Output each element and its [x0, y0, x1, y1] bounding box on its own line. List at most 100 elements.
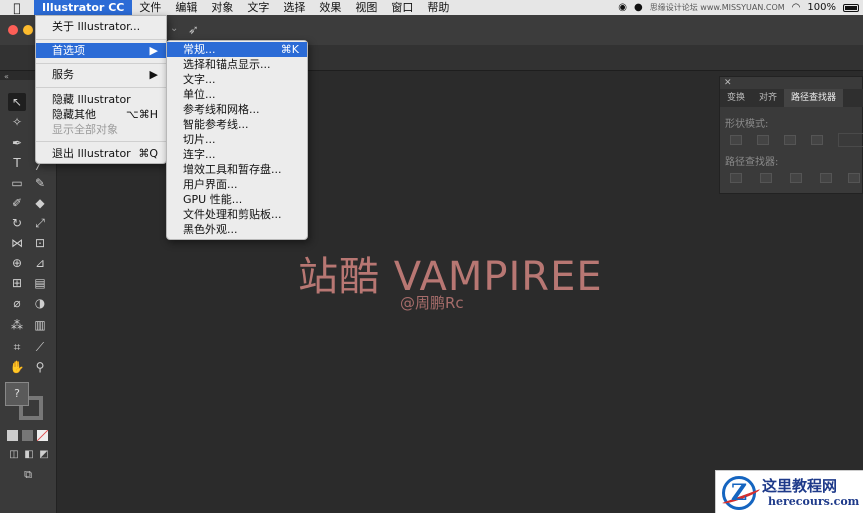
- menu-select[interactable]: 选择: [276, 0, 312, 15]
- free-transform-tool-icon[interactable]: ⊡: [31, 234, 49, 252]
- width-tool-icon[interactable]: ⋈: [8, 234, 26, 252]
- intersect-button[interactable]: [784, 135, 796, 145]
- menu-view[interactable]: 视图: [348, 0, 384, 15]
- apple-icon[interactable]: : [0, 1, 34, 15]
- tab-pathfinder[interactable]: 路径查找器: [784, 89, 844, 107]
- menu-item-hide-others[interactable]: 隐藏其他 ⌥⌘H: [36, 107, 166, 122]
- merge-button[interactable]: [790, 173, 802, 183]
- menu-separator: [36, 39, 166, 40]
- status-tray: ◉ ● 思缘设计论坛 www.MISSYUAN.COM ◠ 100%: [618, 0, 863, 15]
- selection-tool-icon[interactable]: ↖: [8, 93, 26, 111]
- forum-watermark: 思缘设计论坛 www.MISSYUAN.COM: [649, 3, 785, 12]
- illustrator-menu: 关于 Illustrator... 首选项 ▶ 服务 ▶ 隐藏 Illustra…: [35, 15, 167, 164]
- menu-item-preferences[interactable]: 首选项 ▶: [36, 43, 166, 58]
- wechat-icon[interactable]: ◉: [618, 2, 627, 13]
- battery-icon[interactable]: [843, 3, 859, 12]
- scale-tool-icon[interactable]: ⤢: [31, 214, 49, 232]
- tab-transform[interactable]: 变换: [720, 89, 752, 107]
- hand-tool-icon[interactable]: ✋: [8, 358, 26, 376]
- menu-item-about[interactable]: 关于 Illustrator...: [36, 19, 166, 34]
- site-title: 这里教程网: [762, 477, 838, 495]
- site-logo-icon: Z: [721, 476, 761, 510]
- crop-button[interactable]: [820, 173, 832, 183]
- site-url: herecours.com: [768, 495, 860, 508]
- close-icon[interactable]: ✕: [724, 78, 732, 88]
- menu-object[interactable]: 对象: [204, 0, 240, 15]
- shape-modes-label: 形状模式:: [725, 119, 769, 130]
- paintbrush-tool-icon[interactable]: ✎: [31, 174, 49, 192]
- pref-item-selection-anchor[interactable]: 选择和锚点显示...: [167, 57, 307, 72]
- perspective-grid-tool-icon[interactable]: ⊿: [31, 254, 49, 272]
- pref-item-smart-guides[interactable]: 智能参考线...: [167, 117, 307, 132]
- menu-separator: [36, 87, 166, 88]
- pref-item-hyphenation[interactable]: 连字...: [167, 147, 307, 162]
- screen-mode-icon[interactable]: ⧉: [19, 466, 37, 484]
- eyedropper-tool-icon[interactable]: ⌀: [8, 294, 26, 312]
- pref-item-units[interactable]: 单位...: [167, 87, 307, 102]
- menu-help[interactable]: 帮助: [420, 0, 456, 15]
- fill-swatch[interactable]: ?: [5, 382, 29, 406]
- color-mode-button[interactable]: [7, 430, 18, 441]
- menu-item-quit[interactable]: 退出 Illustrator ⌘Q: [36, 146, 166, 161]
- draw-inside-icon[interactable]: ◩: [35, 446, 53, 464]
- canvas-subtitle-text: @周鹏Rc: [400, 294, 464, 312]
- chevron-down-icon[interactable]: ⌄: [170, 23, 178, 34]
- blend-tool-icon[interactable]: ◑: [31, 294, 49, 312]
- preferences-submenu: 常规... ⌘K 选择和锚点显示... 文字... 单位... 参考线和网格..…: [166, 40, 308, 240]
- magic-wand-tool-icon[interactable]: ✧: [8, 113, 26, 131]
- submenu-arrow-icon: ▶: [149, 44, 158, 57]
- shape-builder-tool-icon[interactable]: ⊕: [8, 254, 26, 272]
- tab-align[interactable]: 对齐: [752, 89, 784, 107]
- submenu-arrow-icon: ▶: [149, 68, 158, 81]
- menu-window[interactable]: 窗口: [384, 0, 420, 15]
- divide-button[interactable]: [730, 173, 742, 183]
- artboard-tool-icon[interactable]: ⌗: [8, 338, 26, 356]
- shaper-tool-icon[interactable]: ✐: [8, 194, 26, 212]
- slice-tool-icon[interactable]: ⟋: [31, 338, 49, 356]
- gradient-mode-button[interactable]: [22, 430, 33, 441]
- trim-button[interactable]: [760, 173, 772, 183]
- zoom-tool-icon[interactable]: ⚲: [31, 358, 49, 376]
- menu-item-hide-illustrator[interactable]: 隐藏 Illustrator: [36, 92, 166, 107]
- menu-edit[interactable]: 编辑: [168, 0, 204, 15]
- pen-tool-icon[interactable]: ✒: [8, 134, 26, 152]
- pref-item-black-appearance[interactable]: 黑色外观...: [167, 222, 307, 237]
- pref-item-type[interactable]: 文字...: [167, 72, 307, 87]
- user-icon[interactable]: ●: [634, 2, 643, 13]
- wifi-icon[interactable]: ◠: [792, 2, 801, 13]
- menu-type[interactable]: 文字: [240, 0, 276, 15]
- eraser-tool-icon[interactable]: ◆: [31, 194, 49, 212]
- pref-item-user-interface[interactable]: 用户界面...: [167, 177, 307, 192]
- menu-effect[interactable]: 效果: [312, 0, 348, 15]
- window-close-button[interactable]: [8, 25, 18, 35]
- exclude-button[interactable]: [811, 135, 823, 145]
- pref-item-slices[interactable]: 切片...: [167, 132, 307, 147]
- minus-front-button[interactable]: [757, 135, 769, 145]
- pref-item-guides-grid[interactable]: 参考线和网格...: [167, 102, 307, 117]
- mesh-tool-icon[interactable]: ⊞: [8, 274, 26, 292]
- type-tool-icon[interactable]: T: [8, 154, 26, 172]
- menu-bar:  Illustrator CC 文件 编辑 对象 文字 选择 效果 视图 窗口…: [0, 0, 863, 15]
- column-graph-tool-icon[interactable]: ▥: [31, 316, 49, 334]
- menu-item-show-all: 显示全部对象: [52, 123, 118, 136]
- pref-item-file-clipboard[interactable]: 文件处理和剪贴板...: [167, 207, 307, 222]
- menu-illustrator[interactable]: Illustrator CC: [34, 0, 133, 15]
- outline-button[interactable]: [848, 173, 860, 183]
- rocket-icon[interactable]: ➶: [188, 23, 199, 38]
- rotate-tool-icon[interactable]: ↻: [8, 214, 26, 232]
- pref-item-gpu[interactable]: GPU 性能...: [167, 192, 307, 207]
- symbol-sprayer-tool-icon[interactable]: ⁂: [8, 316, 26, 334]
- rectangle-tool-icon[interactable]: ▭: [8, 174, 26, 192]
- unite-button[interactable]: [730, 135, 742, 145]
- pref-item-general[interactable]: 常规... ⌘K: [167, 42, 307, 57]
- gradient-tool-icon[interactable]: ▤: [31, 274, 49, 292]
- panel-tabs: 变换 对齐 路径查找器: [720, 89, 863, 107]
- window-minimize-button[interactable]: [23, 25, 33, 35]
- menu-file[interactable]: 文件: [132, 0, 168, 15]
- pref-item-plugins-scratch[interactable]: 增效工具和暂存盘...: [167, 162, 307, 177]
- expand-button[interactable]: [838, 133, 863, 147]
- battery-percent: 100%: [807, 2, 836, 13]
- menu-item-services[interactable]: 服务 ▶: [36, 67, 166, 82]
- none-mode-button[interactable]: [37, 430, 48, 441]
- menu-separator: [36, 63, 166, 64]
